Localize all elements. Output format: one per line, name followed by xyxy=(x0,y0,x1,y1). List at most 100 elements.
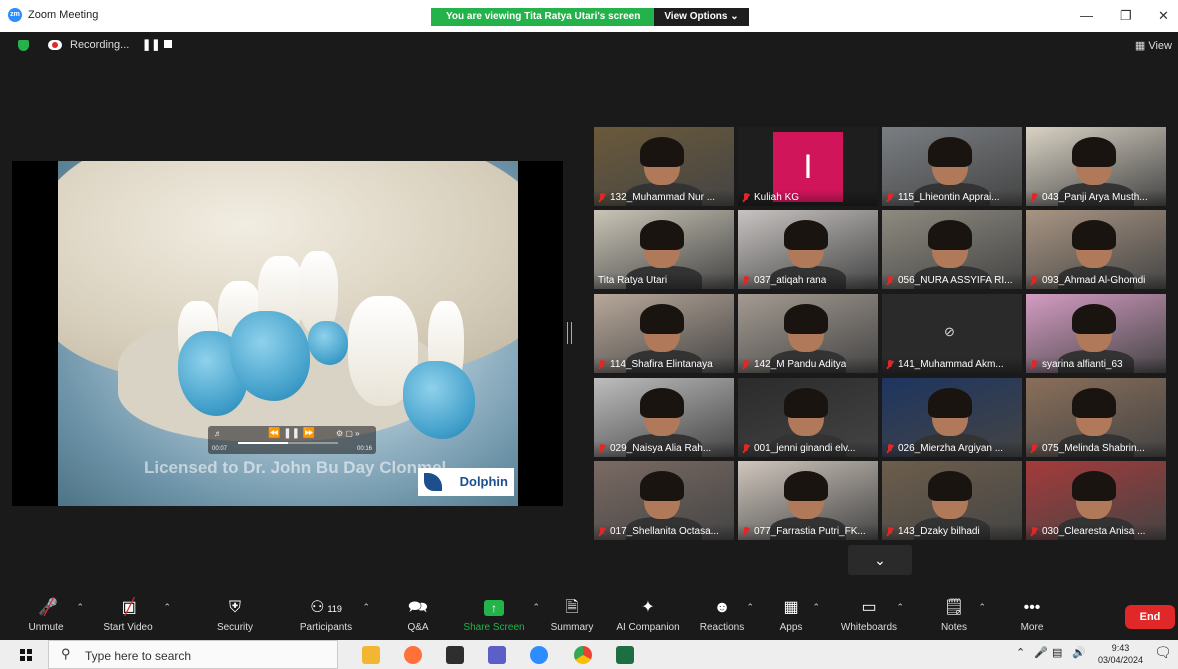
gallery-next-page-button[interactable]: ⌄ xyxy=(848,545,912,575)
playback-controls-icon[interactable]: ⏪ ❚❚ ⏩ xyxy=(268,428,315,439)
participant-name: Kuliah KG xyxy=(754,192,800,203)
participant-tile[interactable]: 026_Mierzha Argiyan ... xyxy=(882,378,1022,457)
reactions-caret-icon[interactable]: ⌃ xyxy=(746,602,754,613)
summary-button[interactable]: 🗎 Summary xyxy=(546,594,598,640)
participants-button[interactable]: ⚇ 119 Participants ⌃ xyxy=(296,594,370,640)
video-player-controls[interactable]: ♬ ⏪ ❚❚ ⏩ ⚙ ▢ » 00:07 00:16 xyxy=(208,426,376,454)
participant-tile[interactable]: 132_Muhammad Nur ... xyxy=(594,127,734,206)
participant-name-bar: 030_Clearesta Anisa ... xyxy=(1026,524,1166,540)
end-meeting-button[interactable]: End xyxy=(1125,605,1175,629)
participant-silhouette xyxy=(1072,220,1116,250)
muted-mic-icon xyxy=(1030,276,1038,286)
notes-button[interactable]: 🗒 Notes ⌃ xyxy=(936,594,986,640)
participant-tile[interactable]: 142_M Pandu Aditya xyxy=(738,294,878,373)
participant-name: 030_Clearesta Anisa ... xyxy=(1042,526,1146,537)
apps-caret-icon[interactable]: ⌃ xyxy=(812,602,820,613)
participant-tile[interactable]: 114_Shafira Elintanaya xyxy=(594,294,734,373)
summary-label: Summary xyxy=(550,622,594,633)
unmute-button[interactable]: 🎤╱ Unmute ⌃ xyxy=(20,594,84,640)
view-options-button[interactable]: View Options ⌄ xyxy=(654,8,749,26)
stop-recording-icon[interactable] xyxy=(164,40,172,48)
whiteboards-button[interactable]: ▭ Whiteboards ⌃ xyxy=(838,594,904,640)
participant-silhouette xyxy=(640,137,684,167)
participant-name-bar: 001_jenni ginandi elv... xyxy=(738,441,878,457)
excel-icon[interactable] xyxy=(616,646,634,664)
muted-mic-icon xyxy=(886,193,894,203)
tray-microphone-icon[interactable]: 🎤 xyxy=(1034,646,1048,659)
reactions-button[interactable]: ☻ Reactions ⌃ xyxy=(696,594,754,640)
participant-name: 001_jenni ginandi elv... xyxy=(754,443,856,454)
participant-tile[interactable]: 030_Clearesta Anisa ... xyxy=(1026,461,1166,540)
volume-icon[interactable]: 🔊 xyxy=(1072,646,1086,659)
ai-companion-button[interactable]: ✦ AI Companion xyxy=(610,594,686,640)
muted-microphone-icon: 🎤╱ xyxy=(38,599,59,616)
progress-bar[interactable] xyxy=(238,442,338,444)
participant-tile[interactable]: 115_Lhieontin Apprai... xyxy=(882,127,1022,206)
muted-mic-icon xyxy=(742,444,750,454)
network-icon[interactable]: ▤ xyxy=(1052,646,1062,659)
view-button[interactable]: ▦ View xyxy=(1135,39,1172,52)
video-off-icon: ▣╱ xyxy=(121,599,137,616)
participant-tile[interactable]: I Kuliah KG xyxy=(738,127,878,206)
participant-tile[interactable]: 017_Shellanita Octasa... xyxy=(594,461,734,540)
taskbar-clock[interactable]: 9:43 03/04/2024 xyxy=(1098,642,1143,666)
window-title: Zoom Meeting xyxy=(28,9,99,21)
participant-name: 037_atiqah rana xyxy=(754,275,827,286)
clock-time: 9:43 xyxy=(1111,643,1130,653)
participant-tile[interactable]: 093_Ahmad Al-Ghomdi xyxy=(1026,210,1166,289)
participant-name-bar: 141_Muhammad Akm... xyxy=(882,357,1022,373)
participant-tile[interactable]: 056_NURA ASSYIFA RI... xyxy=(882,210,1022,289)
zoom-taskbar-icon[interactable] xyxy=(530,646,548,664)
restore-icon[interactable]: ❐ xyxy=(1120,8,1132,24)
share-screen-button[interactable]: ↑ Share Screen ⌃ xyxy=(460,594,540,640)
search-icon: ⚲ xyxy=(61,646,71,661)
video-options-caret-icon[interactable]: ⌃ xyxy=(163,602,171,613)
chrome-icon[interactable] xyxy=(574,646,592,664)
notes-caret-icon[interactable]: ⌃ xyxy=(978,602,986,613)
participant-name: 093_Ahmad Al-Ghomdi xyxy=(1042,275,1146,286)
participant-tile[interactable]: 077_Farrastia Putri_FK... xyxy=(738,461,878,540)
file-explorer-icon[interactable] xyxy=(362,646,380,664)
participant-tile[interactable]: 029_Naisya Alia Rah... xyxy=(594,378,734,457)
share-options-caret-icon[interactable]: ⌃ xyxy=(532,602,540,613)
teams-icon[interactable] xyxy=(488,646,506,664)
player-settings-icon[interactable]: ⚙ ▢ » xyxy=(336,429,360,438)
start-video-button[interactable]: ▣╱ Start Video ⌃ xyxy=(95,594,171,640)
windows-start-icon[interactable] xyxy=(20,649,32,661)
volume-icon[interactable]: ♬ xyxy=(214,429,222,438)
muted-mic-icon xyxy=(742,527,750,537)
sticky-notes-icon[interactable] xyxy=(446,646,464,664)
taskbar-search-box[interactable]: ⚲ Type here to search xyxy=(48,640,338,669)
view-options-label: View Options xyxy=(664,11,728,22)
more-button[interactable]: ••• More xyxy=(1016,594,1048,640)
encryption-shield-icon[interactable] xyxy=(18,40,29,51)
minimize-icon[interactable]: — xyxy=(1080,8,1093,23)
qa-button[interactable]: 🗪 Q&A xyxy=(400,594,436,640)
participant-tile[interactable]: 143_Dzaky bilhadi xyxy=(882,461,1022,540)
participant-name-bar: syarina alfianti_63 xyxy=(1026,357,1166,373)
meeting-status-row: Recording... ❚❚ ▦ View xyxy=(0,32,1178,56)
notifications-icon[interactable]: 🗨 xyxy=(1154,644,1172,661)
apps-grid-icon: ▦ xyxy=(783,599,799,616)
participant-tile[interactable]: 001_jenni ginandi elv... xyxy=(738,378,878,457)
participant-tile[interactable]: syarina alfianti_63 xyxy=(1026,294,1166,373)
firefox-icon[interactable] xyxy=(404,646,422,664)
pause-recording-icon[interactable]: ❚❚ xyxy=(142,38,160,51)
participant-tile[interactable]: 075_Melinda Shabrin... xyxy=(1026,378,1166,457)
participant-tile[interactable]: 037_atiqah rana xyxy=(738,210,878,289)
participant-silhouette xyxy=(928,220,972,250)
close-icon[interactable]: ✕ xyxy=(1158,8,1169,24)
participant-name-bar: 093_Ahmad Al-Ghomdi xyxy=(1026,273,1166,289)
apps-button[interactable]: ▦ Apps ⌃ xyxy=(772,594,820,640)
participant-tile[interactable]: Tita Ratya Utari xyxy=(594,210,734,289)
participants-caret-icon[interactable]: ⌃ xyxy=(362,602,370,613)
security-shield-icon: ⛨ xyxy=(228,599,241,616)
participant-tile[interactable]: 043_Panji Arya Musth... xyxy=(1026,127,1166,206)
tray-overflow-icon[interactable]: ⌃ xyxy=(1016,646,1025,659)
whiteboards-caret-icon[interactable]: ⌃ xyxy=(896,602,904,613)
security-button[interactable]: ⛨ Security xyxy=(210,594,260,640)
participant-tile[interactable]: ⊘ 141_Muhammad Akm... xyxy=(882,294,1022,373)
audio-options-caret-icon[interactable]: ⌃ xyxy=(76,602,84,613)
panel-splitter-handle[interactable] xyxy=(567,322,572,344)
brand-text: Dolphin xyxy=(459,474,508,489)
